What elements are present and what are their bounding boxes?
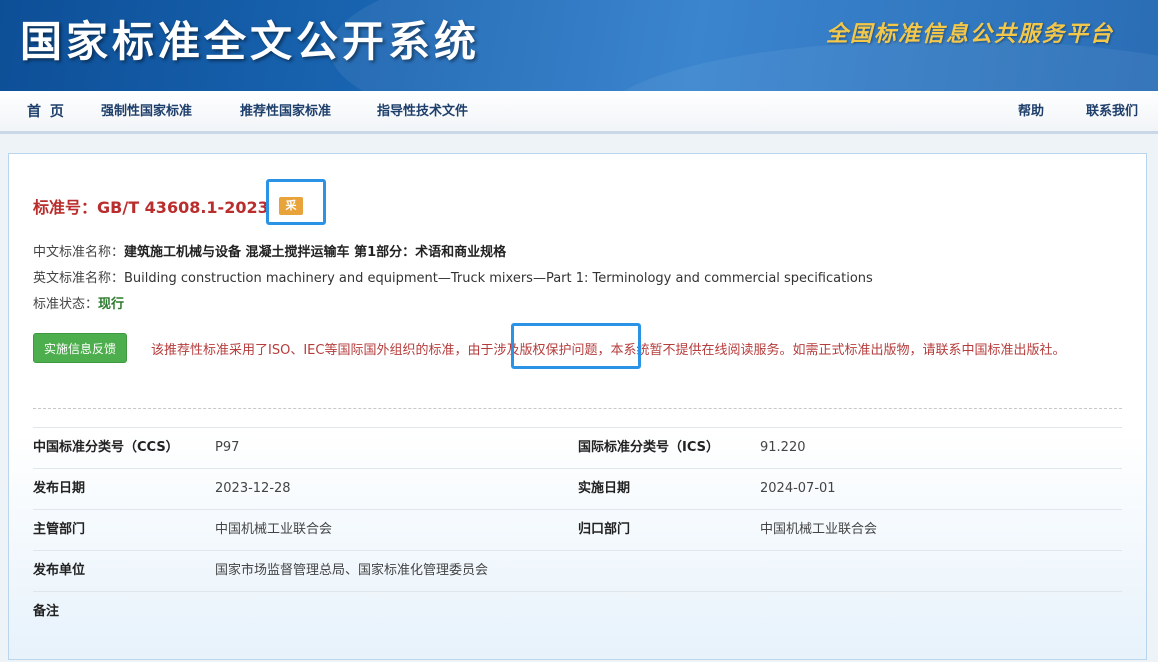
cn-name-row: 中文标准名称：建筑施工机械与设备 混凝土搅拌运输车 第1部分：术语和商业规格 — [33, 241, 506, 260]
site-title: 国家标准全文公开系统 — [20, 17, 481, 66]
remark-label: 备注 — [33, 604, 60, 619]
table-row: 发布单位 国家市场监督管理总局、国家标准化管理委员会 — [33, 550, 1122, 591]
publisher-value: 国家市场监督管理总局、国家标准化管理委员会 — [215, 563, 489, 578]
ics-value: 91.220 — [760, 440, 806, 455]
ics-label: 国际标准分类号（ICS） — [578, 440, 719, 455]
table-row: 中国标准分类号（CCS） P97 国际标准分类号（ICS） 91.220 — [33, 427, 1122, 468]
standard-number-label: 标准号： — [33, 198, 98, 217]
nav-mandatory-standards[interactable]: 强制性国家标准 — [101, 91, 192, 131]
tc-value: 中国机械工业联合会 — [760, 522, 878, 537]
status-value: 现行 — [98, 297, 125, 312]
ccs-value: P97 — [215, 440, 240, 455]
divider — [33, 408, 1122, 409]
header-banner: 国家标准全文公开系统 全国标准信息公共服务平台 — [0, 0, 1158, 91]
nav-help[interactable]: 帮助 — [1018, 91, 1044, 131]
nav-home[interactable]: 首 页 — [27, 91, 66, 131]
dept-value: 中国机械工业联合会 — [215, 522, 333, 537]
feedback-button[interactable]: 实施信息反馈 — [33, 333, 127, 363]
nav-guidance-documents[interactable]: 指导性技术文件 — [377, 91, 468, 131]
main-nav: 首 页 强制性国家标准 推荐性国家标准 指导性技术文件 帮助 联系我们 — [0, 91, 1158, 134]
pub-date-value: 2023-12-28 — [215, 481, 291, 496]
nav-contact[interactable]: 联系我们 — [1086, 91, 1138, 131]
highlight-box — [266, 179, 326, 225]
impl-date-value: 2024-07-01 — [760, 481, 836, 496]
en-name-value: Building construction machinery and equi… — [124, 271, 873, 286]
highlight-box — [511, 323, 641, 369]
status-row: 标准状态：现行 — [33, 293, 124, 312]
table-row: 发布日期 2023-12-28 实施日期 2024-07-01 — [33, 468, 1122, 509]
tc-label: 归口部门 — [578, 522, 631, 537]
standard-detail-panel: 标准号：GB/T 43608.1-2023 采 中文标准名称：建筑施工机械与设备… — [8, 153, 1147, 660]
table-row: 主管部门 中国机械工业联合会 归口部门 中国机械工业联合会 — [33, 509, 1122, 550]
standard-number: GB/T 43608.1-2023 — [97, 198, 269, 217]
pub-date-label: 发布日期 — [33, 481, 86, 496]
ccs-label: 中国标准分类号（CCS） — [33, 440, 179, 455]
impl-date-label: 实施日期 — [578, 481, 631, 496]
nav-recommended-standards[interactable]: 推荐性国家标准 — [240, 91, 331, 131]
info-table: 中国标准分类号（CCS） P97 国际标准分类号（ICS） 91.220 发布日… — [33, 427, 1122, 632]
dept-label: 主管部门 — [33, 522, 86, 537]
cn-name-value: 建筑施工机械与设备 混凝土搅拌运输车 第1部分：术语和商业规格 — [124, 245, 507, 260]
publisher-label: 发布单位 — [33, 563, 86, 578]
en-name-row: 英文标准名称：Building construction machinery a… — [33, 267, 873, 286]
table-row: 备注 — [33, 591, 1122, 632]
en-name-label: 英文标准名称： — [33, 271, 125, 286]
status-label: 标准状态： — [33, 297, 99, 312]
cn-name-label: 中文标准名称： — [33, 245, 125, 260]
standard-number-heading: 标准号：GB/T 43608.1-2023 — [33, 194, 269, 218]
platform-logo-text: 全国标准信息公共服务平台 — [826, 21, 1115, 47]
